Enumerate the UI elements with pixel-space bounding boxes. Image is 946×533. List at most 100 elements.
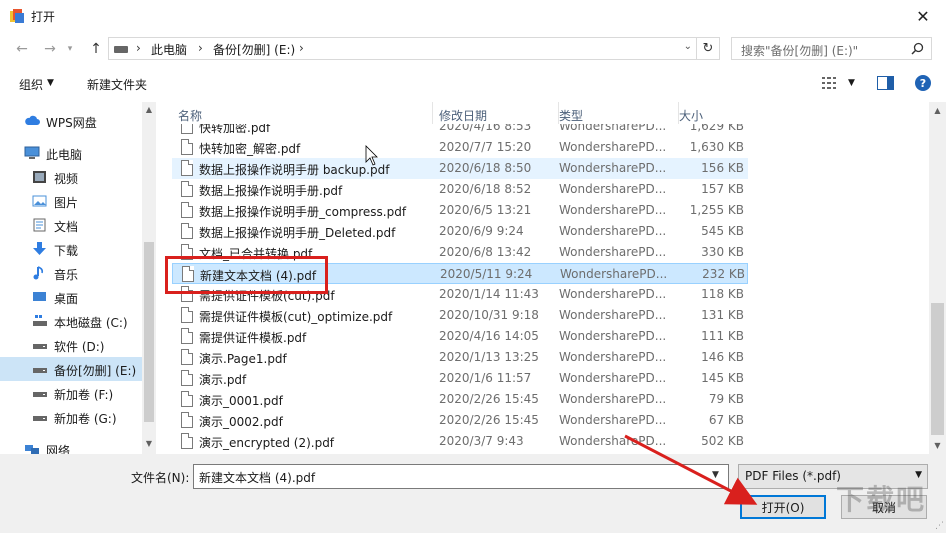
file-name: 演示_0001.pdf bbox=[199, 394, 283, 408]
file-row[interactable]: 需提供证件模板(cut)_optimize.pdf 2020/10/31 9:18… bbox=[172, 305, 748, 326]
file-name: 数据上报操作说明手册.pdf bbox=[199, 184, 343, 198]
sidebar-item-label: 本地磁盘 (C:) bbox=[54, 316, 128, 330]
file-row[interactable]: 需提供证件模板.pdf 2020/4/16 14:05 WondersharePD.… bbox=[172, 326, 748, 347]
file-row[interactable]: 演示_encrypted (2).pdf 2020/3/7 9:43 Wonders… bbox=[172, 431, 748, 452]
file-row[interactable]: 数据上报操作说明手册 backup.pdf 2020/6/18 8:50 Wonde… bbox=[172, 158, 748, 179]
sidebar-item-label: 桌面 bbox=[54, 292, 79, 306]
recent-locations-button[interactable]: ▾ bbox=[63, 39, 77, 59]
file-name: 数据上报操作说明手册_compress.pdf bbox=[199, 205, 407, 219]
up-arrow-icon: ↑ bbox=[90, 41, 102, 57]
sidebar-item[interactable]: 视频 bbox=[0, 165, 142, 189]
file-row[interactable]: 数据上报操作说明手册_Deleted.pdf 2020/6/9 9:24 Wonde… bbox=[172, 221, 748, 242]
sidebar-item[interactable]: 新加卷 (G:) bbox=[0, 405, 142, 429]
sidebar-item-label: 音乐 bbox=[54, 268, 79, 282]
file-size: 156 KB bbox=[701, 161, 744, 175]
sidebar-scroll-down[interactable]: ▼ bbox=[142, 436, 156, 450]
pdf-file-icon bbox=[181, 139, 193, 155]
pdf-file-icon bbox=[181, 433, 193, 449]
resize-grip-icon[interactable]: ⋰ bbox=[935, 521, 944, 531]
breadcrumb-drive-e[interactable]: 备份[勿删] (E:) bbox=[213, 41, 295, 58]
sidebar-item-label: 网络 bbox=[46, 444, 71, 454]
file-row[interactable]: 数据上报操作说明手册.pdf 2020/6/18 8:52 WondershareP… bbox=[172, 179, 748, 200]
organize-menu[interactable]: 组织 bbox=[19, 76, 43, 93]
file-row[interactable]: 演示.pdf 2020/1/6 11:57 WondersharePD... 145 … bbox=[172, 368, 748, 389]
sidebar-item[interactable]: 此电脑 bbox=[0, 141, 142, 165]
sidebar-item[interactable]: 图片 bbox=[0, 189, 142, 213]
file-date: 2020/10/31 9:18 bbox=[439, 308, 539, 322]
sidebar-item[interactable]: 下载 bbox=[0, 237, 142, 261]
refresh-button[interactable]: ↻ bbox=[697, 37, 720, 60]
up-button[interactable]: ↑ bbox=[86, 39, 106, 59]
scroll-down-arrow[interactable]: ▼ bbox=[929, 437, 946, 454]
pdf-file-icon bbox=[181, 328, 193, 344]
back-arrow-icon: ← bbox=[16, 41, 28, 57]
breadcrumb-this-pc[interactable]: 此电脑 bbox=[151, 41, 187, 58]
address-bar[interactable]: › 此电脑 › 备份[勿删] (E:) › ⌄ bbox=[108, 37, 697, 60]
sidebar-item[interactable]: 音乐 bbox=[0, 261, 142, 285]
file-name: 数据上报操作说明手册_Deleted.pdf bbox=[199, 226, 396, 240]
open-button[interactable]: 打开(O) bbox=[740, 495, 826, 519]
file-name: 需提供证件模板.pdf bbox=[199, 331, 307, 345]
sidebar-item[interactable]: 桌面 bbox=[0, 285, 142, 309]
navigation-pane: 网络 新加卷 (G:) 新加卷 (F:) 备份[勿删] (E:) 软件 (D:) 本地磁盘… bbox=[0, 102, 156, 454]
column-header-name[interactable]: 名称 ^ bbox=[178, 102, 433, 124]
back-button[interactable]: ← bbox=[12, 39, 32, 59]
file-type: WondersharePD... bbox=[559, 245, 667, 259]
navigation-bar: ← → ▾ ↑ › 此电脑 › 备份[勿删] (E:) › ⌄ ↻ 搜索"备份[… bbox=[0, 32, 946, 66]
file-date: 2020/7/7 15:20 bbox=[439, 140, 532, 154]
file-date: 2020/6/18 8:52 bbox=[439, 182, 532, 196]
file-type: WondersharePD... bbox=[559, 161, 667, 175]
view-options-icon[interactable] bbox=[822, 76, 840, 90]
sidebar-item-label: 下载 bbox=[54, 244, 79, 258]
file-row[interactable]: 数据上报操作说明手册_compress.pdf 2020/6/5 13:21 Won… bbox=[172, 200, 748, 221]
sidebar-item[interactable]: 文档 bbox=[0, 213, 142, 237]
help-icon[interactable]: ? bbox=[915, 75, 931, 91]
file-name: 演示.pdf bbox=[199, 373, 247, 387]
forward-button[interactable]: → bbox=[40, 39, 60, 59]
file-date: 2020/6/18 8:50 bbox=[439, 161, 532, 175]
close-button[interactable]: ✕ bbox=[900, 0, 946, 32]
column-header-date[interactable]: 修改日期 bbox=[439, 102, 559, 124]
sidebar-scroll-thumb[interactable] bbox=[144, 242, 154, 422]
scroll-thumb[interactable] bbox=[931, 303, 944, 435]
column-name-label: 名称 bbox=[178, 109, 203, 123]
filename-input[interactable]: 新建文本文档 (4).pdf bbox=[193, 464, 729, 489]
file-date: 2020/6/8 13:42 bbox=[439, 245, 532, 259]
sidebar-item[interactable]: 备份[勿删] (E:) bbox=[0, 357, 142, 381]
file-size: 67 KB bbox=[708, 413, 744, 427]
sidebar-item-label: 新加卷 (F:) bbox=[54, 388, 114, 402]
file-row[interactable]: 演示.Page1.pdf 2020/1/13 13:25 WondersharePD… bbox=[172, 347, 748, 368]
file-name: 演示_encrypted (2).pdf bbox=[199, 436, 335, 450]
file-type: WondersharePD... bbox=[559, 371, 667, 385]
sidebar-item[interactable]: 新加卷 (F:) bbox=[0, 381, 142, 405]
search-input[interactable]: 搜索"备份[勿删] (E:)" bbox=[731, 37, 932, 60]
chevron-down-icon[interactable]: ▼ bbox=[47, 78, 54, 88]
column-header-type[interactable]: 类型 bbox=[559, 102, 679, 124]
search-placeholder: 搜索"备份[勿删] (E:)" bbox=[741, 44, 859, 58]
title-bar: 打开 ✕ bbox=[0, 0, 946, 32]
app-icon bbox=[10, 9, 24, 23]
sidebar-scroll-up[interactable]: ▲ bbox=[142, 102, 156, 116]
refresh-icon: ↻ bbox=[702, 41, 714, 56]
view-dropdown-icon[interactable]: ▼ bbox=[848, 78, 855, 88]
new-folder-button[interactable]: 新建文件夹 bbox=[87, 76, 147, 93]
file-type: WondersharePD... bbox=[559, 287, 667, 301]
preview-pane-icon[interactable] bbox=[877, 76, 894, 90]
file-name: 演示.Page1.pdf bbox=[199, 352, 287, 366]
file-name: 演示_0002.pdf bbox=[199, 415, 283, 429]
sidebar-item[interactable]: 网络 bbox=[0, 437, 142, 454]
file-row[interactable]: 演示_0001.pdf 2020/2/26 15:45 WondersharePD.… bbox=[172, 389, 748, 410]
sidebar-item[interactable]: WPS网盘 bbox=[0, 109, 142, 133]
file-date: 2020/1/13 13:25 bbox=[439, 350, 539, 364]
file-type: WondersharePD... bbox=[559, 350, 667, 364]
address-dropdown-icon[interactable]: ⌄ bbox=[684, 41, 692, 52]
cloud-icon bbox=[24, 114, 40, 128]
sidebar-item[interactable]: 软件 (D:) bbox=[0, 333, 142, 357]
file-row[interactable]: 快转加密_解密.pdf 2020/7/7 15:20 WondersharePD..… bbox=[172, 137, 748, 158]
column-header-size[interactable]: 大小 bbox=[679, 102, 751, 124]
sidebar-item[interactable]: 本地磁盘 (C:) bbox=[0, 309, 142, 333]
file-row[interactable]: 演示_0002.pdf 2020/2/26 15:45 WondersharePD.… bbox=[172, 410, 748, 431]
scroll-up-arrow[interactable]: ▲ bbox=[929, 102, 946, 119]
filename-dropdown-icon[interactable]: ▼ bbox=[712, 470, 719, 480]
file-type: WondersharePD... bbox=[559, 308, 667, 322]
